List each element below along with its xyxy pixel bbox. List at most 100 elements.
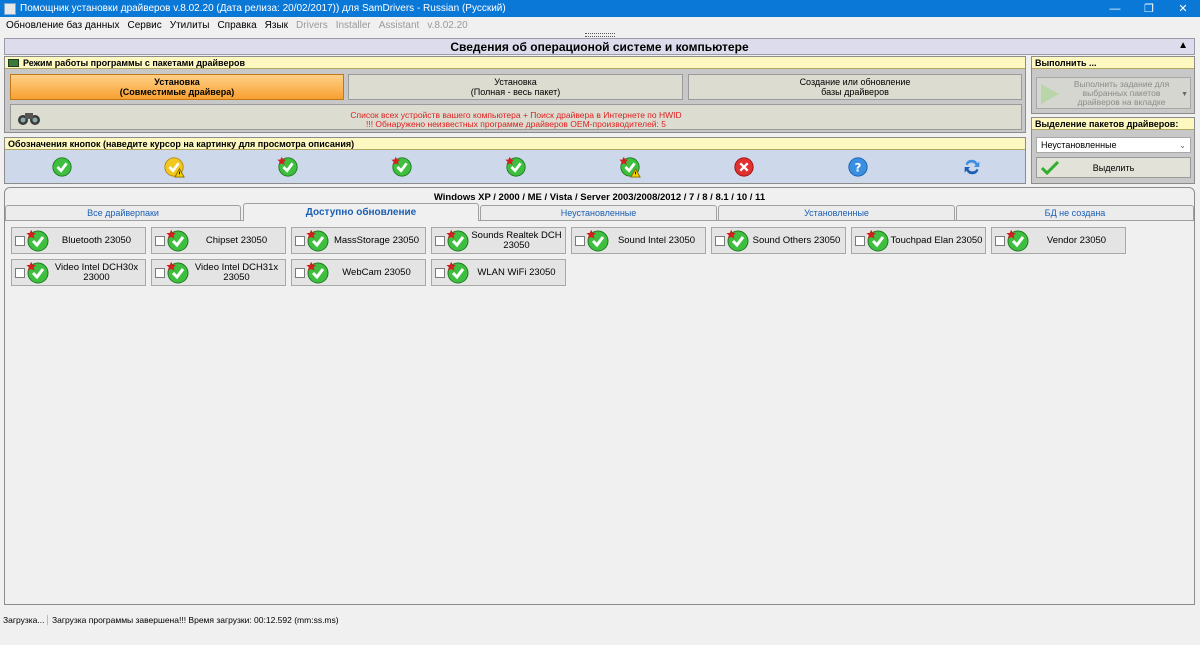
driver-pack-label: WLAN WiFi 23050 xyxy=(477,266,556,278)
svg-text:?: ? xyxy=(855,161,862,175)
check-star-icon[interactable] xyxy=(391,156,413,178)
menu-item-language[interactable]: Язык xyxy=(265,20,288,31)
board-icon xyxy=(8,58,19,67)
check-new-icon xyxy=(26,229,50,253)
driver-pack-checkbox[interactable] xyxy=(155,236,165,246)
driver-pack-card[interactable]: Bluetooth 23050 xyxy=(11,227,146,254)
run-panel-title: Выполнить ... xyxy=(1035,57,1097,68)
select-button-label: Выделить xyxy=(1092,162,1135,173)
driver-pack-checkbox[interactable] xyxy=(995,236,1005,246)
mode-button-line2: (Полная - весь пакет) xyxy=(470,87,561,97)
version-label: v.8.02.20 xyxy=(427,19,468,31)
check-new-icon[interactable] xyxy=(277,156,299,178)
maximize-button[interactable]: ❐ xyxy=(1132,0,1166,17)
tab-3[interactable]: Установленные xyxy=(718,205,955,220)
driver-pack-checkbox[interactable] xyxy=(15,236,25,246)
driver-pack-card[interactable]: WebCam 23050 xyxy=(291,259,426,286)
tab-0[interactable]: Все драйверпаки xyxy=(5,205,241,220)
check-new-icon[interactable] xyxy=(505,156,527,178)
check-new-icon xyxy=(166,229,190,253)
check-warning-icon[interactable] xyxy=(163,156,185,178)
driver-pack-label: Touchpad Elan 23050 xyxy=(890,234,983,246)
error-icon[interactable] xyxy=(733,156,755,178)
legend-panel-title: Обозначения кнопок (наведите курсор на к… xyxy=(8,138,355,149)
selection-dropdown[interactable]: Неустановленные ⌄ xyxy=(1036,137,1191,153)
driver-pack-label: Vendor 23050 xyxy=(1046,234,1107,246)
driver-pack-card[interactable]: WLAN WiFi 23050 xyxy=(431,259,566,286)
driver-pack-card[interactable]: Chipset 23050 xyxy=(151,227,286,254)
driver-pack-card[interactable]: Sounds Realtek DCH 23050 xyxy=(431,227,566,254)
mode-panel-title: Режим работы программы с пакетами драйве… xyxy=(23,57,245,68)
menu-item-drivers: Drivers xyxy=(296,19,328,31)
driver-pack-label: Sound Intel 23050 xyxy=(617,234,696,246)
check-new-icon xyxy=(446,229,470,253)
driver-pack-card[interactable]: Sound Intel 23050 xyxy=(571,227,706,254)
check-icon[interactable] xyxy=(51,156,73,178)
driver-pack-checkbox[interactable] xyxy=(435,236,445,246)
status-left: Загрузка... xyxy=(0,614,48,625)
driver-pack-checkbox[interactable] xyxy=(855,236,865,246)
mode-button-line1: Установка xyxy=(154,77,200,87)
driver-pack-checkbox[interactable] xyxy=(295,236,305,246)
check-new-icon xyxy=(866,229,890,253)
driver-pack-checkbox[interactable] xyxy=(575,236,585,246)
status-message: Загрузка программы завершена!!! Время за… xyxy=(52,614,339,625)
tab-1[interactable]: Доступно обновление xyxy=(243,203,479,221)
check-star-warning-icon[interactable] xyxy=(619,156,641,178)
mode-button-line1: Создание или обновление xyxy=(799,77,911,87)
app-icon xyxy=(4,2,16,15)
arrow-right-icon xyxy=(1041,84,1059,104)
hwid-line2: !!! Обнаружено неизвестных программе дра… xyxy=(365,119,666,129)
driver-pack-label: Sound Others 23050 xyxy=(752,234,841,246)
refresh-icon[interactable] xyxy=(961,156,983,178)
hwid-search-button[interactable]: Список всех устройств вашего компьютера … xyxy=(10,104,1022,130)
help-icon[interactable]: ? xyxy=(847,156,869,178)
splitter-handle[interactable] xyxy=(585,33,615,37)
driver-pack-card[interactable]: MassStorage 23050 xyxy=(291,227,426,254)
selection-dropdown-value: Неустановленные xyxy=(1041,140,1117,150)
driver-pack-label: MassStorage 23050 xyxy=(333,234,420,246)
driver-pack-checkbox[interactable] xyxy=(435,268,445,278)
menu-item-service[interactable]: Сервис xyxy=(127,20,161,31)
minimize-button[interactable]: — xyxy=(1098,0,1132,17)
mode-button-line2: (Совместимые драйвера) xyxy=(119,87,235,97)
menu-item-help[interactable]: Справка xyxy=(217,20,256,31)
dropdown-arrow-icon[interactable]: ▼ xyxy=(1181,90,1188,99)
driver-pack-label: Sounds Realtek DCH 23050 xyxy=(471,229,562,251)
driver-pack-checkbox[interactable] xyxy=(715,236,725,246)
driver-pack-card[interactable]: Vendor 23050 xyxy=(991,227,1126,254)
select-panel-header: Выделение пакетов драйверов: xyxy=(1032,118,1194,130)
mode-create-db-button[interactable]: Создание или обновление базы драйверов xyxy=(688,74,1022,100)
collapse-icon[interactable]: ▲ xyxy=(1178,40,1188,51)
legend-panel-header: Обозначения кнопок (наведите курсор на к… xyxy=(5,138,1025,150)
mode-panel-header: Режим работы программы с пакетами драйве… xyxy=(5,57,1025,69)
driver-pack-card[interactable]: Sound Others 23050 xyxy=(711,227,846,254)
menu-item-update-db[interactable]: Обновление баз данных xyxy=(6,20,119,31)
mode-button-line2: базы драйверов xyxy=(821,87,889,97)
driver-pack-card[interactable]: Video Intel DCH30x 23000 xyxy=(11,259,146,286)
window-title: Помощник установки драйверов v.8.02.20 (… xyxy=(20,3,506,14)
driver-pack-checkbox[interactable] xyxy=(155,268,165,278)
system-info-header[interactable]: Сведения об операционой системе и компью… xyxy=(4,38,1195,55)
menu-bar: Обновление баз данных Сервис Утилиты Спр… xyxy=(0,17,1200,33)
tab-4[interactable]: БД не создана xyxy=(956,205,1194,220)
select-button[interactable]: Выделить xyxy=(1036,157,1191,178)
driver-pack-label: Video Intel DCH30x 23000 xyxy=(54,261,139,283)
driver-pack-label: Bluetooth 23050 xyxy=(61,234,132,246)
run-task-button[interactable]: Выполнить задание для выбранных пакетов … xyxy=(1036,77,1191,109)
mode-install-full-button[interactable]: Установка (Полная - весь пакет) xyxy=(348,74,683,100)
mode-install-compatible-button[interactable]: Установка (Совместимые драйвера) xyxy=(10,74,344,100)
check-new-icon xyxy=(446,261,470,285)
driver-packs-box: Windows XP / 2000 / ME / Vista / Server … xyxy=(4,187,1195,605)
tab-2[interactable]: Неустановленные xyxy=(480,205,717,220)
driver-pack-checkbox[interactable] xyxy=(295,268,305,278)
driver-pack-card[interactable]: Touchpad Elan 23050 xyxy=(851,227,986,254)
driver-pack-card[interactable]: Video Intel DCH31x 23050 xyxy=(151,259,286,286)
menu-item-utilities[interactable]: Утилиты xyxy=(170,20,210,31)
close-button[interactable]: ✕ xyxy=(1166,0,1200,17)
check-new-icon xyxy=(586,229,610,253)
tab-divider xyxy=(5,220,1194,221)
driver-pack-label: Chipset 23050 xyxy=(205,234,268,246)
chevron-down-icon: ⌄ xyxy=(1179,140,1186,150)
driver-pack-checkbox[interactable] xyxy=(15,268,25,278)
